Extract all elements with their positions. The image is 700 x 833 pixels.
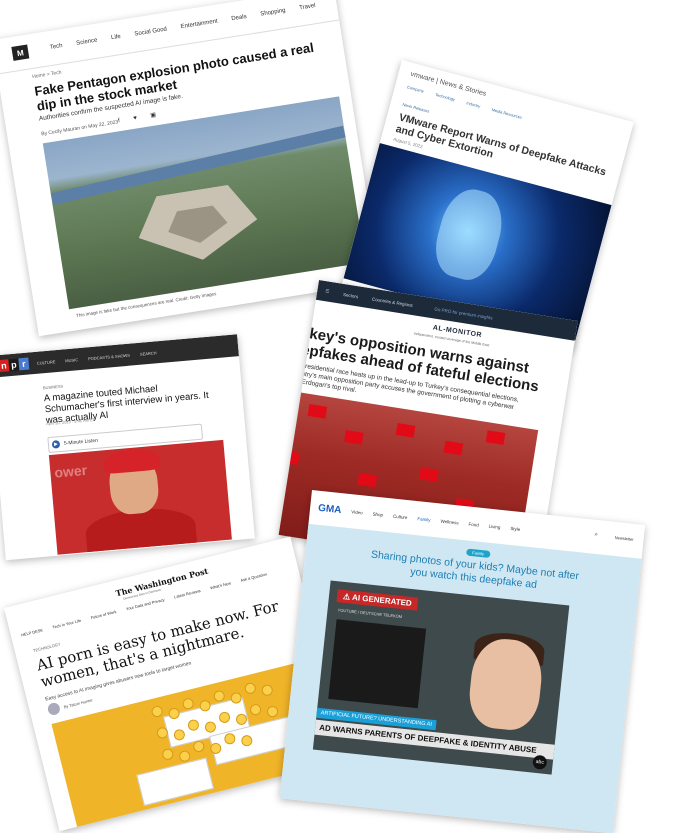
turkish-flag: [278, 507, 281, 523]
nav-item[interactable]: Company: [407, 84, 425, 93]
turkish-flag: [343, 430, 364, 445]
screen-background: [328, 619, 427, 709]
nav-item[interactable]: Countries & Regions: [372, 296, 414, 307]
nav-item[interactable]: SEARCH: [140, 350, 157, 356]
article-clip-gma[interactable]: GMA Video Shop Culture Family Wellness F…: [279, 490, 646, 833]
turkish-flag: [443, 440, 464, 456]
nav-links: CULTURE MUSIC PODCASTS & SHOWS SEARCH: [37, 350, 157, 365]
nav-item[interactable]: Social Good: [134, 27, 167, 38]
nav-item[interactable]: PODCASTS & SHOWS: [88, 352, 130, 361]
breadcrumb[interactable]: Home > Tech: [32, 70, 62, 81]
nav-item[interactable]: HELP DESK: [20, 627, 43, 637]
schumacher-photo: ower: [48, 439, 232, 555]
emoji-icon: [260, 683, 274, 697]
nav-item[interactable]: Future of Work: [90, 609, 117, 620]
nav-item[interactable]: Tech in Your Life: [52, 618, 82, 630]
background-lettering: ower: [53, 461, 88, 481]
nav-item[interactable]: Industry: [466, 100, 481, 109]
article-clip-npr[interactable]: n p r CULTURE MUSIC PODCASTS & SHOWS SEA…: [0, 334, 255, 561]
emoji-icon: [243, 681, 257, 695]
nav-links: Video Shop Culture Family Wellness Food …: [351, 509, 521, 532]
author-avatar: [46, 701, 62, 717]
menu-icon[interactable]: ☰: [325, 288, 330, 295]
gma-logo[interactable]: GMA: [318, 502, 342, 515]
nav-item[interactable]: CULTURE: [37, 359, 56, 366]
site-brand[interactable]: vmware | News & Stories: [410, 71, 487, 98]
video-source: YOUTUBE / DEUTSCHE TELEKOM: [337, 607, 403, 620]
kicker[interactable]: BUSINESS: [43, 384, 64, 391]
nav-item[interactable]: Sectors: [343, 291, 359, 298]
nav-item[interactable]: Shopping: [260, 8, 286, 18]
nav-item[interactable]: Tech: [50, 43, 63, 51]
emoji-icon: [161, 747, 175, 761]
nav-item[interactable]: Science: [76, 38, 98, 47]
emoji-icon: [150, 704, 164, 719]
nav-item[interactable]: Your Data and Privacy: [125, 597, 165, 611]
nav-item[interactable]: Life: [111, 34, 122, 41]
emoji-icon: [192, 739, 206, 754]
nav-item[interactable]: Media Resources: [491, 107, 522, 120]
nav-item[interactable]: Culture: [393, 513, 408, 519]
pro-link[interactable]: Go PRO for premium insights: [434, 306, 493, 320]
nav-item[interactable]: Entertainment: [180, 19, 218, 31]
turkish-flag: [280, 450, 300, 465]
site-header: n p r CULTURE MUSIC PODCASTS & SHOWS SEA…: [0, 334, 239, 378]
npr-logo-r: r: [18, 357, 30, 371]
listen-label: 5-Minute Listen: [63, 437, 99, 447]
nav-item[interactable]: Technology: [435, 92, 456, 102]
ai-generated-text: AI GENERATED: [351, 592, 413, 609]
emoji-icon: [265, 704, 280, 719]
turkish-flag: [278, 407, 287, 423]
share-icons[interactable]: f ♥ ▣: [118, 110, 163, 124]
nav-item[interactable]: MUSIC: [65, 357, 78, 363]
face-shape: [428, 183, 510, 286]
nav-item[interactable]: Ask a Question: [240, 571, 268, 582]
nav-item[interactable]: Food: [468, 521, 479, 527]
ai-generated-label: ⚠ AI GENERATED: [336, 589, 419, 611]
nav-item[interactable]: Style: [510, 525, 520, 531]
nav-item[interactable]: Wellness: [440, 518, 459, 525]
turkish-flag: [307, 404, 328, 419]
nav-item[interactable]: What's New: [210, 580, 232, 590]
screenshot-panel: [136, 757, 214, 806]
turkish-flag: [395, 423, 416, 438]
site-logo[interactable]: M: [11, 44, 30, 61]
turkish-flag: [485, 430, 506, 445]
nav-item[interactable]: Video: [351, 509, 363, 515]
nav-item-active[interactable]: Family: [417, 516, 431, 522]
turkish-flag: [357, 472, 378, 488]
nav-item[interactable]: Shop: [372, 511, 383, 517]
abc-bug-logo: abc: [532, 754, 548, 770]
nav-links: Tech Science Life Social Good Entertainm…: [50, 3, 317, 51]
byline[interactable]: By Tatum Hunter: [63, 697, 93, 709]
play-icon: ▶: [51, 440, 61, 449]
turkish-flag: [419, 467, 439, 482]
video-player[interactable]: ⚠ AI GENERATED YOUTUBE / DEUTSCHE TELEKO…: [312, 580, 570, 775]
nav-item[interactable]: Latest Reviews: [174, 588, 202, 599]
npr-logo[interactable]: n p r: [0, 357, 30, 373]
emoji-icon: [248, 702, 263, 717]
nav-item[interactable]: Living: [488, 523, 500, 529]
nav-item[interactable]: Travel: [299, 3, 316, 11]
nav-item[interactable]: Deals: [231, 14, 247, 22]
